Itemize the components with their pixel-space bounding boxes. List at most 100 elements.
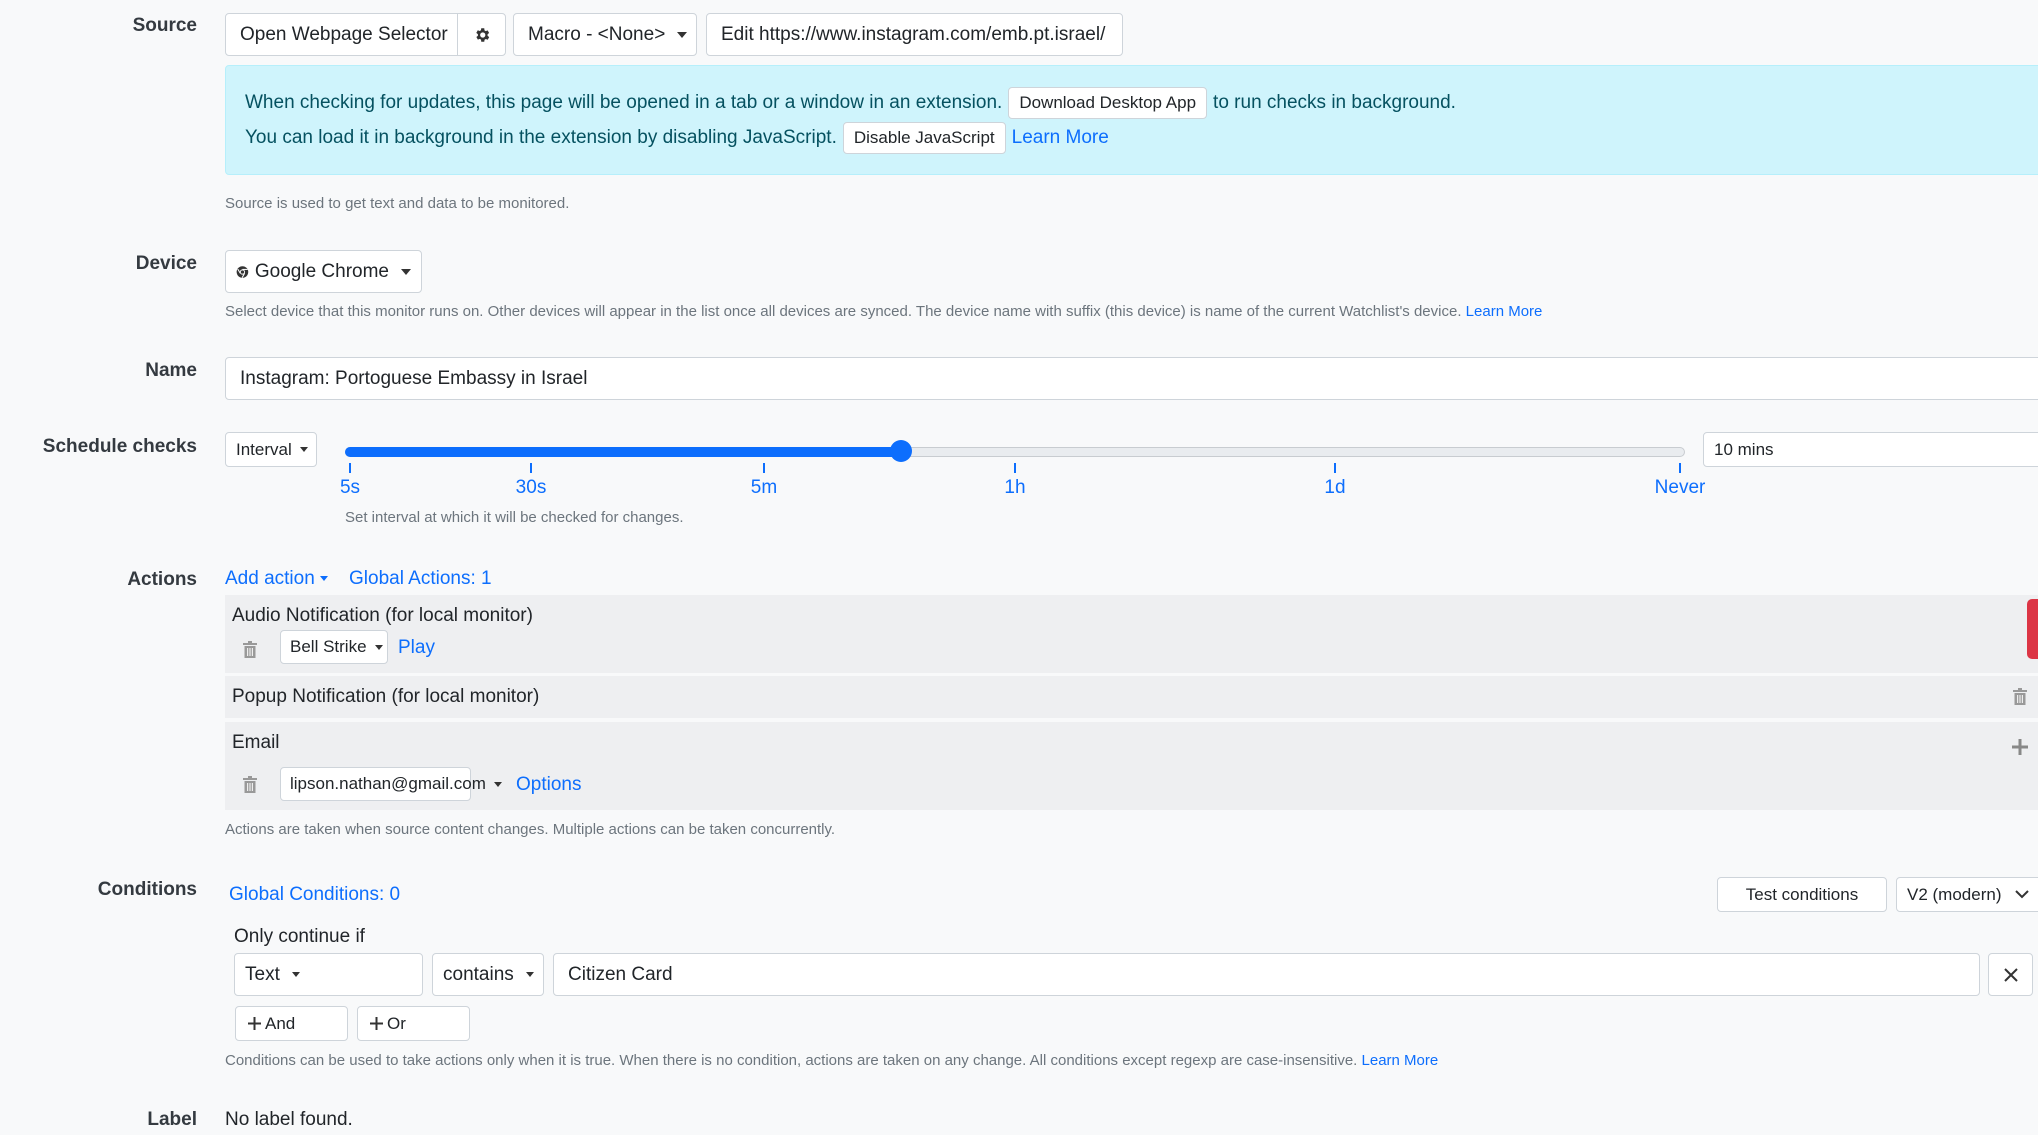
global-conditions-link[interactable]: Global Conditions: 0 bbox=[229, 884, 400, 906]
play-sound-link[interactable]: Play bbox=[398, 637, 435, 659]
device-learn-more-link[interactable]: Learn More bbox=[1466, 303, 1543, 320]
and-label: And bbox=[265, 1013, 296, 1033]
label-label: Label bbox=[147, 1109, 197, 1130]
chevron-down-icon bbox=[525, 972, 534, 977]
action-title: Audio Notification (for local monitor) bbox=[232, 605, 533, 626]
test-conditions-button[interactable]: Test conditions bbox=[1717, 877, 1887, 912]
slider-tick bbox=[1334, 463, 1336, 473]
slider-tick bbox=[1679, 463, 1681, 473]
slider-tick-label[interactable]: Never bbox=[1655, 477, 1706, 499]
trash-icon bbox=[243, 776, 257, 793]
chevron-down-icon bbox=[493, 781, 502, 787]
add-email-button[interactable] bbox=[2009, 736, 2031, 758]
conditions-help-body: Conditions can be used to take actions o… bbox=[225, 1052, 1358, 1069]
chevron-down-icon bbox=[291, 972, 300, 977]
actions-help-text: Actions are taken when source content ch… bbox=[225, 821, 836, 838]
slider-tick-label[interactable]: 30s bbox=[516, 477, 547, 499]
trash-icon bbox=[243, 641, 257, 658]
slider-tick bbox=[349, 463, 351, 473]
remove-condition-button[interactable] bbox=[1988, 953, 2033, 996]
global-actions-link[interactable]: Global Actions: 1 bbox=[349, 568, 492, 590]
device-help-body: Select device that this monitor runs on.… bbox=[225, 303, 1462, 320]
plus-icon bbox=[248, 1017, 261, 1030]
slider-tick-label[interactable]: 5m bbox=[751, 477, 777, 499]
device-select-label: Google Chrome bbox=[254, 260, 389, 282]
trash-icon bbox=[2013, 688, 2027, 705]
condition-operator-select[interactable]: contains bbox=[432, 953, 544, 996]
actions-label: Actions bbox=[127, 569, 197, 590]
action-audio-notification: Audio Notification (for local monitor) B… bbox=[225, 595, 2038, 673]
download-desktop-app-button[interactable]: Download Desktop App bbox=[1008, 87, 1208, 119]
gear-icon bbox=[475, 27, 489, 42]
conditions-label: Conditions bbox=[97, 879, 197, 900]
chevron-down-icon bbox=[2015, 890, 2030, 899]
background-check-alert: When checking for updates, this page wil… bbox=[225, 65, 2038, 175]
plus-icon bbox=[2012, 739, 2028, 755]
slider-fill bbox=[345, 447, 902, 457]
slider-tick-label[interactable]: 1d bbox=[1324, 477, 1345, 499]
email-options-link[interactable]: Options bbox=[516, 774, 581, 796]
disable-javascript-button[interactable]: Disable JavaScript bbox=[842, 122, 1006, 154]
condition-value-text: Citizen Card bbox=[568, 963, 673, 985]
add-action-label: Add action bbox=[225, 568, 315, 589]
add-or-condition-button[interactable]: Or bbox=[357, 1006, 470, 1041]
schedule-slider[interactable] bbox=[345, 440, 1685, 462]
slider-tick-label[interactable]: 5s bbox=[340, 477, 360, 499]
delete-action-button[interactable] bbox=[2009, 685, 2031, 709]
alert-line1-suffix: to run checks in background. bbox=[1213, 92, 1456, 113]
name-label: Name bbox=[145, 360, 197, 381]
chrome-icon bbox=[236, 265, 249, 278]
plus-icon bbox=[370, 1017, 383, 1030]
macro-select[interactable]: Macro - <None> bbox=[513, 13, 697, 56]
action-title: Email bbox=[232, 732, 280, 753]
name-input-value: Instagram: Portoguese Embassy in Israel bbox=[240, 367, 588, 389]
interval-input[interactable]: 10 mins bbox=[1703, 432, 2038, 467]
name-input[interactable]: Instagram: Portoguese Embassy in Israel bbox=[225, 357, 2038, 400]
alert-learn-more-link[interactable]: Learn More bbox=[1012, 127, 1109, 149]
action-title: Popup Notification (for local monitor) bbox=[232, 686, 540, 707]
action-email: Email lipson.nathan@gmail.com Options bbox=[225, 722, 2038, 810]
schedule-mode-select[interactable]: Interval bbox=[225, 432, 317, 467]
chevron-down-icon bbox=[299, 447, 308, 452]
chevron-down-icon bbox=[319, 576, 328, 582]
edit-url-button[interactable]: Edit https://www.instagram.com/emb.pt.is… bbox=[706, 13, 1123, 56]
slider-tick bbox=[530, 463, 532, 473]
sound-select[interactable]: Bell Strike bbox=[280, 630, 388, 664]
slider-tick-label[interactable]: 1h bbox=[1004, 477, 1025, 499]
conditions-version-label: V2 (modern) bbox=[1907, 884, 2002, 904]
source-label: Source bbox=[132, 15, 197, 36]
action-side-tab[interactable] bbox=[2027, 599, 2038, 659]
condition-operator-label: contains bbox=[443, 963, 514, 985]
conditions-learn-more-link[interactable]: Learn More bbox=[1362, 1052, 1439, 1069]
test-conditions-label: Test conditions bbox=[1745, 884, 1859, 904]
conditions-version-select[interactable]: V2 (modern) bbox=[1896, 877, 2038, 912]
device-select[interactable]: Google Chrome bbox=[225, 250, 422, 293]
open-webpage-selector-button[interactable]: Open Webpage Selector bbox=[225, 13, 458, 56]
slider-tick bbox=[763, 463, 765, 473]
close-icon bbox=[2003, 967, 2018, 982]
condition-field-label: Text bbox=[245, 963, 280, 985]
device-help-text: Select device that this monitor runs on.… bbox=[225, 303, 1542, 320]
alert-line1-text: When checking for updates, this page wil… bbox=[245, 92, 1003, 113]
sound-select-label: Bell Strike bbox=[290, 637, 367, 656]
chevron-down-icon bbox=[374, 644, 383, 650]
add-action-dropdown[interactable]: Add action bbox=[225, 568, 328, 590]
chevron-down-icon bbox=[401, 268, 411, 275]
delete-action-button[interactable] bbox=[239, 773, 261, 797]
slider-thumb[interactable] bbox=[890, 440, 913, 462]
schedule-label: Schedule checks bbox=[42, 436, 197, 457]
condition-field-select[interactable]: Text bbox=[234, 953, 423, 996]
source-help-text: Source is used to get text and data to b… bbox=[225, 195, 570, 212]
device-label: Device bbox=[135, 253, 197, 274]
condition-value-input[interactable]: Citizen Card bbox=[553, 953, 1980, 996]
chevron-down-icon bbox=[677, 31, 688, 38]
add-and-condition-button[interactable]: And bbox=[235, 1006, 348, 1041]
or-label: Or bbox=[387, 1013, 406, 1033]
schedule-help-text: Set interval at which it will be checked… bbox=[345, 509, 684, 526]
schedule-mode-label: Interval bbox=[236, 439, 292, 459]
interval-input-value: 10 mins bbox=[1714, 439, 1774, 459]
delete-action-button[interactable] bbox=[239, 638, 261, 662]
conditions-help-text: Conditions can be used to take actions o… bbox=[225, 1052, 1438, 1069]
email-select[interactable]: lipson.nathan@gmail.com bbox=[280, 767, 502, 801]
source-settings-button[interactable] bbox=[457, 13, 506, 56]
